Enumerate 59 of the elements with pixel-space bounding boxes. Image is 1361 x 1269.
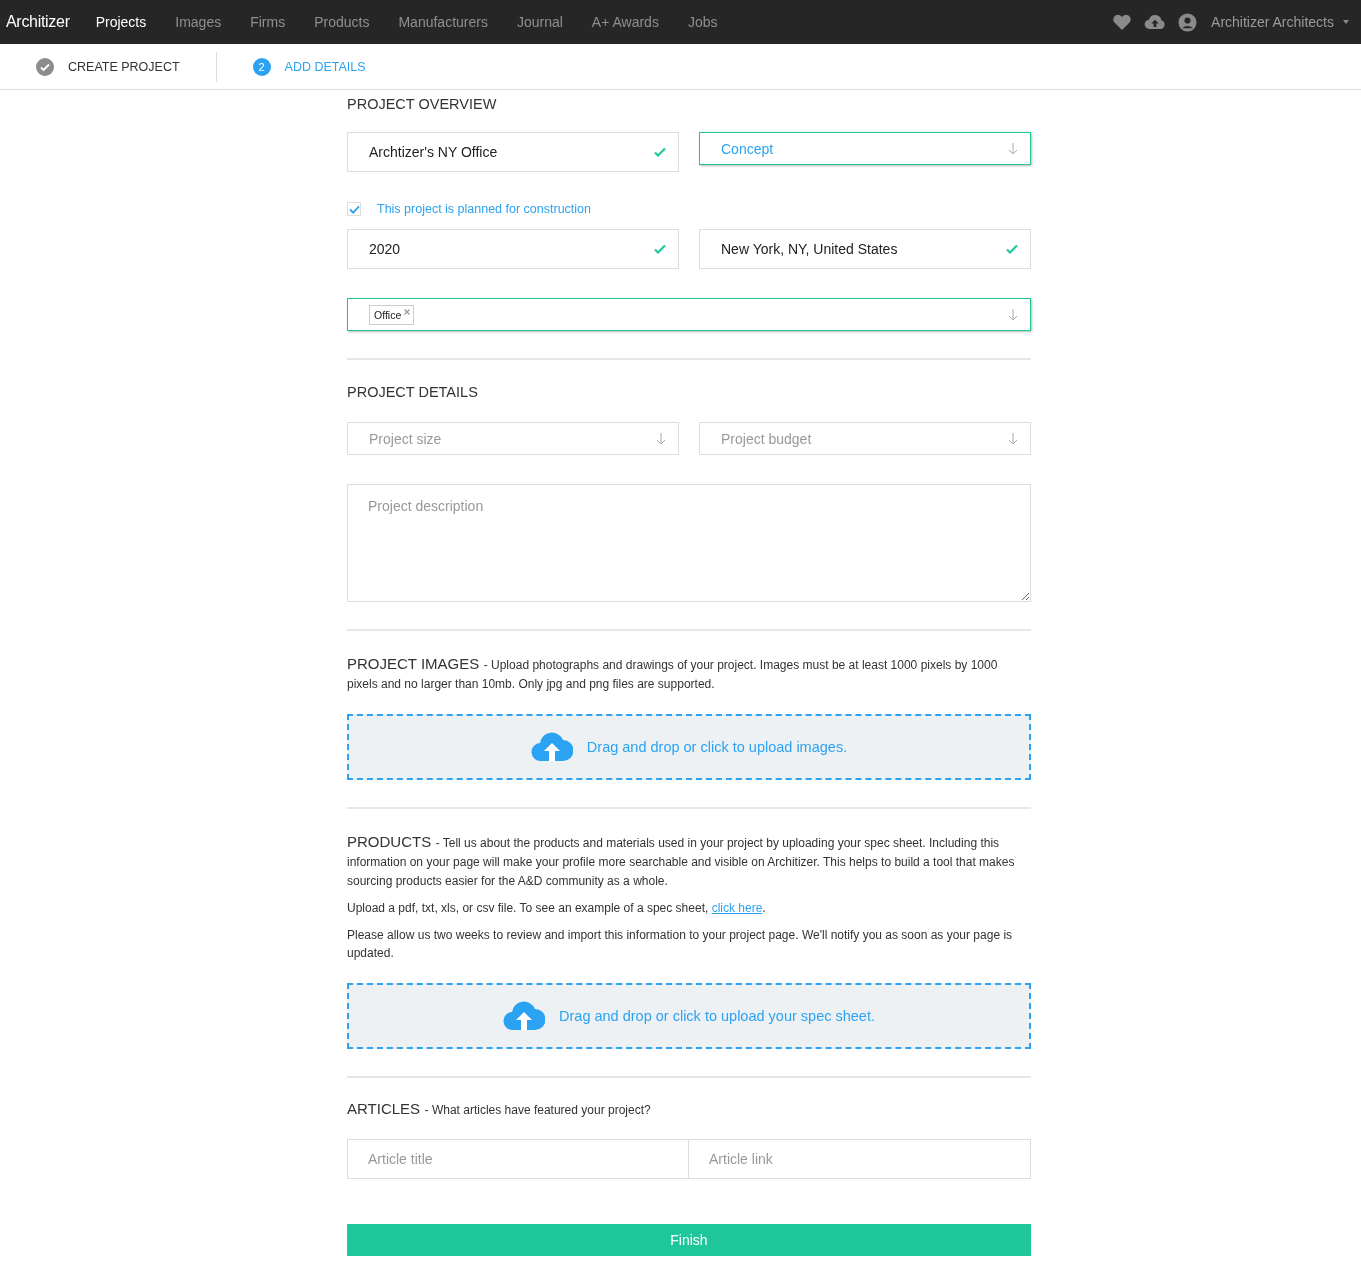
field-value: Archtizer's NY Office (369, 144, 498, 160)
nav-link[interactable]: A+ Awards (591, 14, 659, 30)
step-label: ADD DETAILS (284, 59, 366, 74)
project-budget-select[interactable]: Project budget (699, 422, 1031, 455)
section-intro: PRODUCTS - Tell us about the products and materials used in your project by uploading your spec sheet. Including this information on your page will make your profile more searchable and visible on Architizer. This helps to build a tool that makes sourcing products easier for the A&D community as a whole. (347, 833, 1016, 890)
caret-icon (1343, 20, 1349, 24)
check-icon (654, 244, 666, 254)
check-icon (654, 147, 666, 157)
section-intro: PROJECT IMAGES - Upload photographs and drawings of your project. Images must be at least 1000 pixels by 1000 pixels and no larger than 10mb. Only jpg and png files are supported. (347, 655, 999, 693)
section-heading: PROJECT OVERVIEW (347, 96, 498, 112)
nav-link[interactable]: Journal (516, 14, 563, 30)
field-value: New York, NY, United States (721, 241, 898, 257)
section-intro: ARTICLES - What articles have featured your project? (347, 1100, 652, 1119)
nav-link[interactable]: Products (314, 14, 370, 30)
status-select[interactable]: Concept (699, 132, 1031, 165)
cloud-upload-icon (503, 1000, 545, 1032)
step-number: 2 (252, 57, 271, 76)
check-icon (1006, 244, 1018, 254)
article-link-field[interactable]: Article link (689, 1139, 1031, 1179)
description-field[interactable]: Project description (347, 484, 1031, 602)
year-field[interactable]: 2020 (347, 229, 679, 269)
typology-select[interactable]: Office (347, 298, 1031, 331)
checkbox-label: This project is planned for construction (377, 202, 591, 216)
review-notice: Please allow us two weeks to review and import this information to your project page. We'll notify you as soon as your page is updated. (347, 927, 1014, 962)
heart-icon[interactable] (1112, 13, 1133, 31)
user-icon[interactable] (1178, 12, 1198, 32)
step-tab[interactable]: 2 ADD DETAILS (252, 57, 366, 76)
cloud-upload-icon (530, 731, 573, 763)
nav-link[interactable]: Jobs (687, 14, 718, 30)
field-value: 2020 (369, 241, 401, 257)
down-arrow-icon (656, 432, 666, 445)
dropzone-text: Drag and drop or click to upload images. (586, 739, 848, 755)
step-label: CREATE PROJECT (68, 59, 180, 74)
tag-chip[interactable]: Office (369, 304, 415, 325)
spec-sheet-dropzone[interactable]: Drag and drop or click to upload your spec sheet. (347, 983, 1031, 1049)
nav-link[interactable]: Projects (95, 14, 147, 30)
placeholder: Project budget (721, 430, 812, 447)
account-menu[interactable]: Architizer Architects (1211, 14, 1349, 30)
project-size-select[interactable]: Project size (347, 422, 679, 455)
upload-note: Upload a pdf, txt, xls, or csv file. To see an example of a spec sheet, click here. (347, 900, 767, 917)
cloud-upload-icon[interactable] (1144, 14, 1167, 30)
section-heading: PROJECT DETAILS (347, 384, 479, 400)
article-title-field[interactable]: Article title (347, 1139, 689, 1179)
down-arrow-icon (1008, 432, 1018, 445)
down-arrow-icon (1008, 308, 1018, 321)
nav-link[interactable]: Images (175, 14, 222, 30)
select-value: Concept (721, 140, 774, 157)
location-field[interactable]: New York, NY, United States (699, 229, 1031, 269)
checkbox[interactable] (347, 202, 361, 216)
nav-link[interactable]: Firms (250, 14, 286, 30)
step-tab[interactable]: CREATE PROJECT (36, 57, 180, 76)
placeholder: Project size (369, 430, 442, 447)
nav-link[interactable]: Manufacturers (398, 14, 488, 30)
down-arrow-icon (1008, 142, 1018, 155)
image-dropzone[interactable]: Drag and drop or click to upload images. (347, 714, 1031, 780)
logo[interactable]: Architizer (6, 13, 70, 31)
project-name-field[interactable]: Archtizer's NY Office (347, 132, 679, 172)
remove-icon[interactable] (404, 308, 411, 315)
dropzone-text: Drag and drop or click to upload your spec sheet. (559, 1008, 875, 1024)
